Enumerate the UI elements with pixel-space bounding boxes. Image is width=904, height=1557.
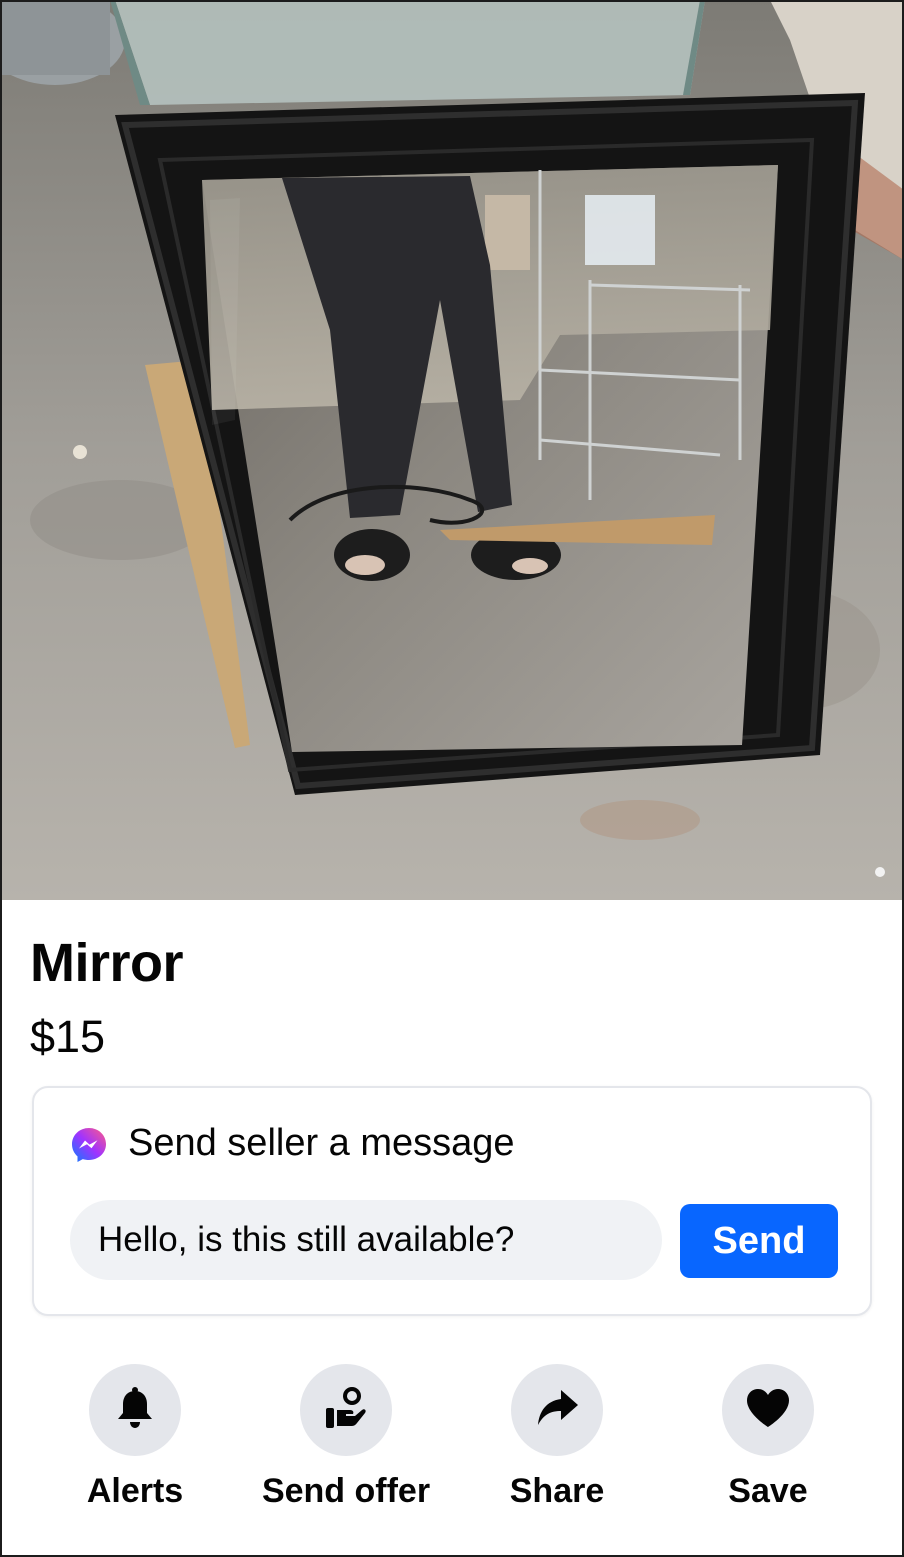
save-action[interactable]: Save xyxy=(658,1364,878,1511)
product-photo xyxy=(0,0,904,900)
listing-actions: Alerts Send offer Share Save xyxy=(0,1364,904,1524)
share-button[interactable] xyxy=(511,1364,603,1456)
save-label: Save xyxy=(728,1472,808,1510)
save-button[interactable] xyxy=(722,1364,814,1456)
share-arrow-icon xyxy=(535,1388,579,1433)
listing-photo[interactable] xyxy=(0,0,904,900)
message-card-header: Send seller a message xyxy=(70,1118,515,1168)
message-input[interactable]: Hello, is this still available? xyxy=(70,1200,662,1280)
offer-hand-icon xyxy=(322,1386,370,1435)
send-offer-button[interactable] xyxy=(300,1364,392,1456)
message-card-heading: Send seller a message xyxy=(128,1121,515,1164)
alerts-button[interactable] xyxy=(89,1364,181,1456)
share-label: Share xyxy=(509,1472,605,1510)
heart-icon xyxy=(745,1387,791,1434)
send-button[interactable]: Send xyxy=(680,1204,838,1278)
share-action[interactable]: Share xyxy=(447,1364,667,1511)
listing-price: $15 xyxy=(30,1011,106,1062)
bell-icon xyxy=(115,1386,155,1435)
listing-title: Mirror xyxy=(30,933,184,993)
message-seller-card: Send seller a message Hello, is this sti… xyxy=(32,1086,872,1316)
send-offer-action[interactable]: Send offer xyxy=(236,1364,456,1511)
messenger-icon xyxy=(70,1126,108,1164)
alerts-label: Alerts xyxy=(86,1472,184,1510)
alerts-action[interactable]: Alerts xyxy=(25,1364,245,1511)
send-offer-label: Send offer xyxy=(261,1472,431,1510)
